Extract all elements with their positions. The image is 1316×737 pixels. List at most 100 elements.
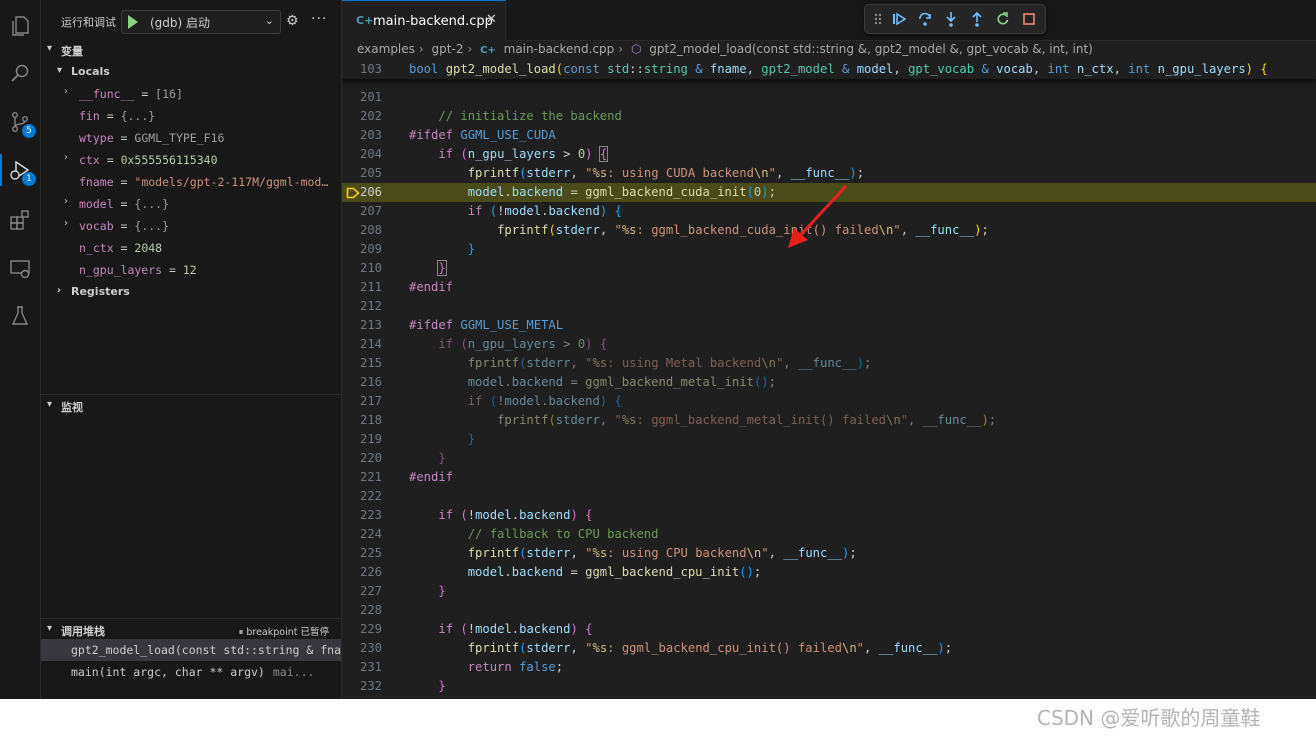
gear-icon[interactable]: ⚙ — [286, 13, 299, 29]
line-number: 205 — [359, 166, 382, 180]
code-line[interactable]: 215 fprintf(stderr, "%s: using Metal bac… — [342, 354, 1316, 373]
code-line[interactable]: 217 if (!model.backend) { — [342, 392, 1316, 411]
code-line[interactable]: 229 if (!model.backend) { — [342, 620, 1316, 639]
line-number: 224 — [359, 527, 382, 541]
code-line[interactable]: 211 #endif — [342, 278, 1316, 297]
code-line[interactable]: 231 return false; — [342, 658, 1316, 677]
chevron-right-icon[interactable]: › — [64, 152, 68, 163]
search-icon[interactable] — [4, 58, 36, 90]
breakpoint-arrow-icon[interactable] — [346, 186, 360, 200]
code-line-text: if (n_gpu_layers > 0) { — [438, 146, 609, 162]
callstack-frame[interactable]: gpt2_model_load(const std::string & fnam… — [41, 639, 341, 661]
line-number: 226 — [359, 565, 382, 579]
breadcrumb-item[interactable]: main-backend.cpp — [504, 42, 615, 56]
code-line-text: model.backend = ggml_backend_cpu_init(); — [467, 565, 762, 579]
step-into-icon[interactable] — [942, 10, 960, 28]
code-line[interactable]: 203 #ifdef GGML_USE_CUDA — [342, 126, 1316, 145]
code-line[interactable]: 212 — [342, 297, 1316, 316]
variable-name: __func__ — [79, 87, 135, 101]
close-icon[interactable]: ✕ — [486, 12, 497, 27]
variable-row[interactable]: n_ctx = 2048 — [41, 237, 341, 259]
more-actions-icon[interactable]: ··· — [311, 11, 327, 27]
step-out-icon[interactable] — [968, 10, 986, 28]
locals-scope-header[interactable]: ▾ Locals — [41, 61, 341, 83]
remote-explorer-icon[interactable] — [4, 252, 36, 284]
line-number: 222 — [359, 489, 382, 503]
code-line[interactable]: 232 } — [342, 677, 1316, 696]
code-line[interactable]: 201 — [342, 88, 1316, 107]
line-number: 220 — [359, 451, 382, 465]
sticky-scroll-line[interactable]: 103 bool gpt2_model_load(const std::stri… — [342, 60, 1316, 79]
line-number: 208 — [359, 223, 382, 237]
code-line[interactable]: 219 } — [342, 430, 1316, 449]
code-line[interactable]: 204 if (n_gpu_layers > 0) { — [342, 145, 1316, 164]
code-line[interactable]: 226 model.backend = ggml_backend_cpu_ini… — [342, 563, 1316, 582]
variable-value: {...} — [134, 197, 170, 211]
watch-section-header[interactable]: ▾ 监视 — [41, 394, 341, 417]
launch-config-select[interactable]: (gdb) 启动 ⌄ — [121, 10, 281, 34]
code-line[interactable]: 213 #ifdef GGML_USE_METAL — [342, 316, 1316, 335]
line-number: 211 — [359, 280, 382, 294]
chevron-right-icon[interactable]: › — [64, 218, 68, 229]
variable-row[interactable]: › __func__ = [16] — [41, 83, 341, 105]
code-line[interactable]: 221 #endif — [342, 468, 1316, 487]
code-line[interactable]: 220 } — [342, 449, 1316, 468]
code-editor[interactable]: 103 bool gpt2_model_load(const std::stri… — [342, 60, 1316, 699]
code-line-text: #ifdef GGML_USE_CUDA — [409, 128, 556, 142]
code-line[interactable]: 214 if (n_gpu_layers > 0) { — [342, 335, 1316, 354]
line-number: 213 — [359, 318, 382, 332]
variables-section-header[interactable]: ▾ 变量 — [41, 39, 341, 61]
variable-row[interactable]: › model = {...} — [41, 193, 341, 215]
step-over-icon[interactable] — [916, 10, 934, 28]
source-control-icon[interactable]: 5 — [4, 106, 36, 138]
explorer-icon[interactable] — [4, 10, 36, 42]
method-symbol-icon: ⬡ — [630, 42, 642, 56]
code-line[interactable]: 223 if (!model.backend) { — [342, 506, 1316, 525]
code-line[interactable]: 230 fprintf(stderr, "%s: ggml_backend_cp… — [342, 639, 1316, 658]
code-line[interactable]: 222 — [342, 487, 1316, 506]
registers-scope-header[interactable]: › Registers — [41, 281, 341, 303]
variable-row[interactable]: › ctx = 0x555556115340 — [41, 149, 341, 171]
testing-icon[interactable] — [4, 300, 36, 332]
callstack-section-header[interactable]: ▾ 调用堆栈 ⏸ breakpoint 已暂停 — [41, 618, 341, 641]
chevron-right-icon[interactable]: › — [64, 86, 68, 97]
activity-bar: 5 1 — [0, 0, 41, 699]
variable-name: fin — [79, 109, 100, 123]
extensions-icon[interactable] — [4, 204, 36, 236]
breadcrumb-item[interactable]: gpt2_model_load(const std::string &, gpt… — [649, 42, 1093, 56]
stop-icon[interactable] — [1020, 10, 1038, 28]
code-line[interactable]: 224 // fallback to CPU backend — [342, 525, 1316, 544]
code-line[interactable]: 202 // initialize the backend — [342, 107, 1316, 126]
variable-row[interactable]: fname = "models/gpt-2-117M/ggml-mod… — [41, 171, 341, 193]
restart-icon[interactable] — [994, 10, 1012, 28]
continue-icon[interactable] — [890, 10, 908, 28]
code-line[interactable]: 225 fprintf(stderr, "%s: using CPU backe… — [342, 544, 1316, 563]
callstack-frame[interactable]: main(int argc, char ** argv) mai... — [41, 661, 341, 683]
variable-row[interactable]: wtype = GGML_TYPE_F16 — [41, 127, 341, 149]
code-line[interactable]: 228 — [342, 601, 1316, 620]
callstack-status: ⏸ breakpoint 已暂停 — [238, 627, 329, 638]
breadcrumb-item[interactable]: gpt-2 — [432, 42, 464, 56]
variable-row[interactable]: fin = {...} — [41, 105, 341, 127]
variable-name: n_ctx — [79, 241, 114, 255]
code-line[interactable]: 216 model.backend = ggml_backend_metal_i… — [342, 373, 1316, 392]
code-line-text: if (n_gpu_layers > 0) { — [438, 337, 608, 351]
code-line[interactable]: 205 fprintf(stderr, "%s: using CUDA back… — [342, 164, 1316, 183]
code-line[interactable]: 210 } — [342, 259, 1316, 278]
code-line[interactable]: 218 fprintf(stderr, "%s: ggml_backend_me… — [342, 411, 1316, 430]
variable-row[interactable]: n_gpu_layers = 12 — [41, 259, 341, 281]
start-debugging-icon[interactable] — [128, 15, 138, 29]
chevron-right-icon[interactable]: › — [64, 196, 68, 207]
code-line-text: // initialize the backend — [438, 109, 622, 123]
variable-value: 12 — [182, 263, 197, 277]
line-number: 223 — [359, 508, 382, 522]
tab-main-backend-cpp[interactable]: C+ main-backend.cpp ✕ — [342, 0, 506, 41]
variable-value: GGML_TYPE_F16 — [134, 131, 225, 145]
run-debug-icon[interactable]: 1 — [0, 154, 36, 186]
code-line-text: } — [467, 432, 476, 446]
variable-row[interactable]: › vocab = {...} — [41, 215, 341, 237]
breadcrumb-item[interactable]: examples — [357, 42, 415, 56]
drag-handle-icon[interactable] — [869, 10, 887, 28]
chevron-down-icon: ▾ — [47, 43, 53, 54]
code-line[interactable]: 227 } — [342, 582, 1316, 601]
